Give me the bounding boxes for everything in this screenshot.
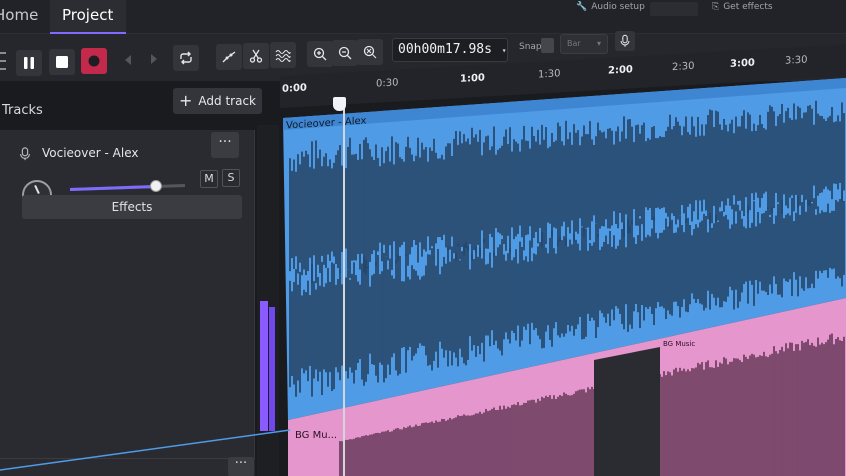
clip-gap (594, 347, 660, 476)
playhead-handle[interactable] (333, 97, 346, 111)
clip-label-music-2: BG Music (663, 340, 696, 348)
clip-label-music: BG Mu... (295, 430, 338, 441)
playhead[interactable] (343, 100, 345, 476)
track-divider (0, 429, 291, 471)
timeline-canvas[interactable] (0, 0, 846, 476)
